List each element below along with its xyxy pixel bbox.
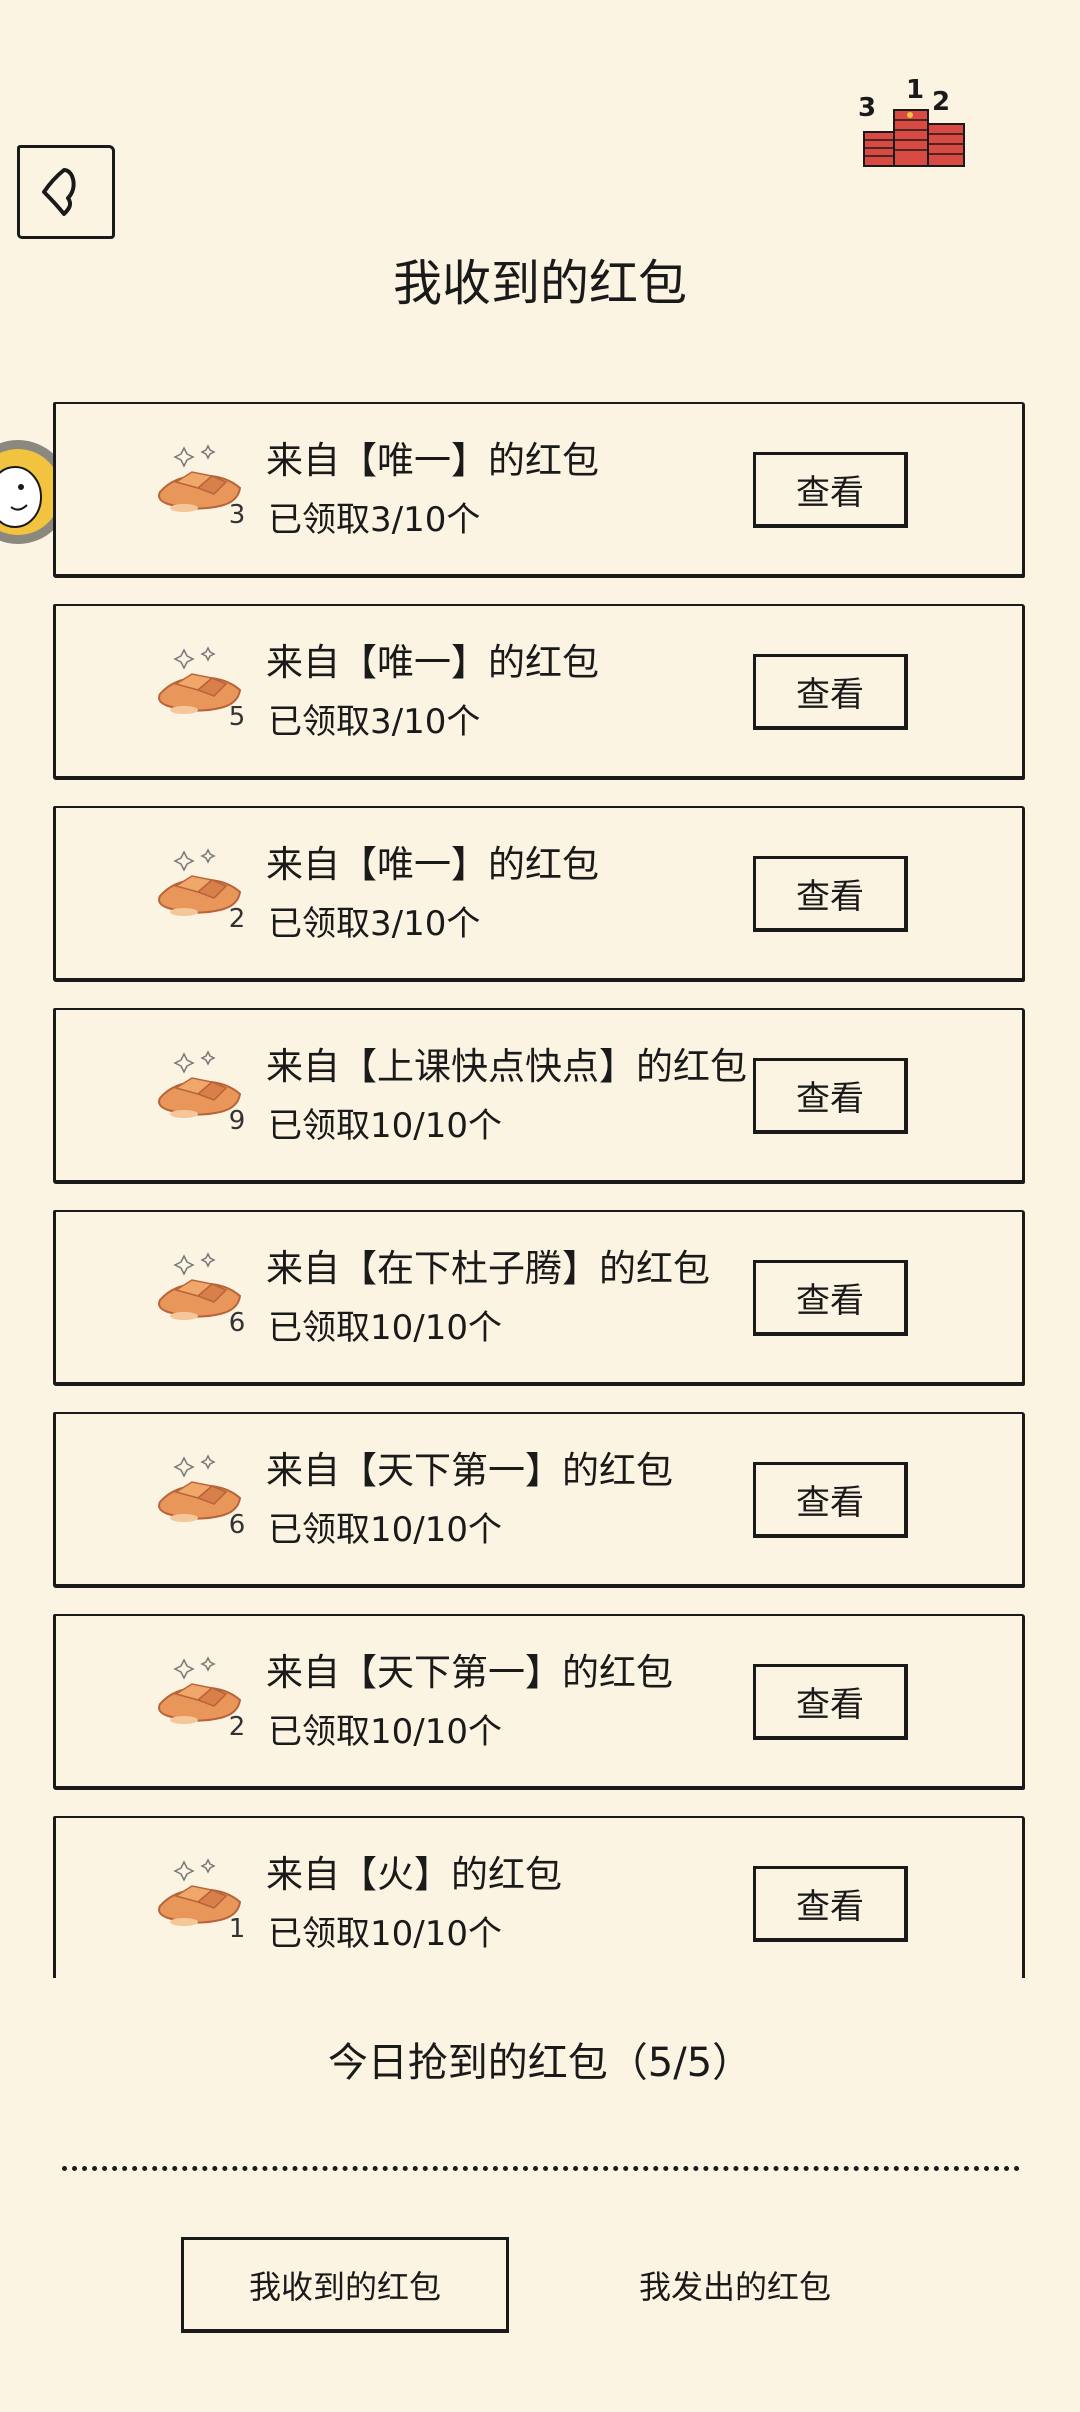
packet-card: 9 来自【上课快点快点】的红包 已领取10/10个 查看 [53, 1008, 1025, 1184]
packet-count: 1 [228, 1914, 246, 1944]
view-button[interactable]: 查看 [753, 1058, 908, 1134]
today-grabbed-summary: 今日抢到的红包（5/5） [327, 2040, 753, 2086]
packet-progress: 已领取3/10个 [268, 702, 481, 742]
rank-3-label: 3 [858, 93, 876, 123]
packet-title: 来自【唯一】的红包 [266, 843, 599, 886]
packet-progress: 已领取10/10个 [268, 1510, 502, 1550]
packet-count: 5 [228, 702, 246, 732]
view-button[interactable]: 查看 [753, 1462, 908, 1538]
packet-progress: 已领取10/10个 [268, 1308, 502, 1348]
packet-title: 来自【上课快点快点】的红包 [266, 1045, 747, 1088]
tab-sent[interactable]: 我发出的红包 [570, 2237, 900, 2333]
packet-count: 2 [228, 904, 246, 934]
packet-progress: 已领取3/10个 [268, 500, 481, 540]
back-button[interactable] [17, 145, 115, 239]
packet-card: 2 来自【唯一】的红包 已领取3/10个 查看 [53, 806, 1025, 982]
packet-count: 3 [228, 500, 246, 530]
view-button[interactable]: 查看 [753, 1260, 908, 1336]
packet-card: 6 来自【在下杜子腾】的红包 已领取10/10个 查看 [53, 1210, 1025, 1386]
packet-count: 6 [228, 1510, 246, 1540]
view-button[interactable]: 查看 [753, 654, 908, 730]
red-envelope-stack-icon: 3 1 2 [858, 70, 978, 174]
packet-title: 来自【唯一】的红包 [266, 439, 599, 482]
packet-title: 来自【唯一】的红包 [266, 641, 599, 684]
packet-progress: 已领取10/10个 [268, 1914, 502, 1954]
packet-title: 来自【在下杜子腾】的红包 [266, 1247, 710, 1290]
packet-title: 来自【天下第一】的红包 [266, 1449, 673, 1492]
rank-2-label: 2 [932, 87, 950, 117]
view-button[interactable]: 查看 [753, 452, 908, 528]
packet-card: 1 来自【火】的红包 已领取10/10个 查看 [53, 1816, 1025, 1978]
packet-count: 2 [228, 1712, 246, 1742]
back-arrow-icon [42, 168, 76, 216]
tab-received[interactable]: 我收到的红包 [181, 2237, 509, 2333]
packet-card: 3 来自【唯一】的红包 已领取3/10个 查看 [53, 402, 1025, 578]
page-title: 我收到的红包 [392, 255, 687, 312]
packet-progress: 已领取3/10个 [268, 904, 481, 944]
packet-card: 5 来自【唯一】的红包 已领取3/10个 查看 [53, 604, 1025, 780]
packet-card: 6 来自【天下第一】的红包 已领取10/10个 查看 [53, 1412, 1025, 1588]
view-button[interactable]: 查看 [753, 1664, 908, 1740]
rank-1-label: 1 [906, 75, 924, 105]
packet-progress: 已领取10/10个 [268, 1712, 502, 1752]
packet-card: 2 来自【天下第一】的红包 已领取10/10个 查看 [53, 1614, 1025, 1790]
packet-count: 9 [228, 1106, 246, 1136]
packet-title: 来自【火】的红包 [266, 1853, 562, 1896]
packet-title: 来自【天下第一】的红包 [266, 1651, 673, 1694]
packet-progress: 已领取10/10个 [268, 1106, 502, 1146]
view-button[interactable]: 查看 [753, 856, 908, 932]
packet-list: 3 来自【唯一】的红包 已领取3/10个 查看 5 来自【唯一】的红包 已领取3… [0, 398, 1080, 1978]
packet-count: 6 [228, 1308, 246, 1338]
dotted-divider [62, 2166, 1020, 2171]
view-button[interactable]: 查看 [753, 1866, 908, 1942]
